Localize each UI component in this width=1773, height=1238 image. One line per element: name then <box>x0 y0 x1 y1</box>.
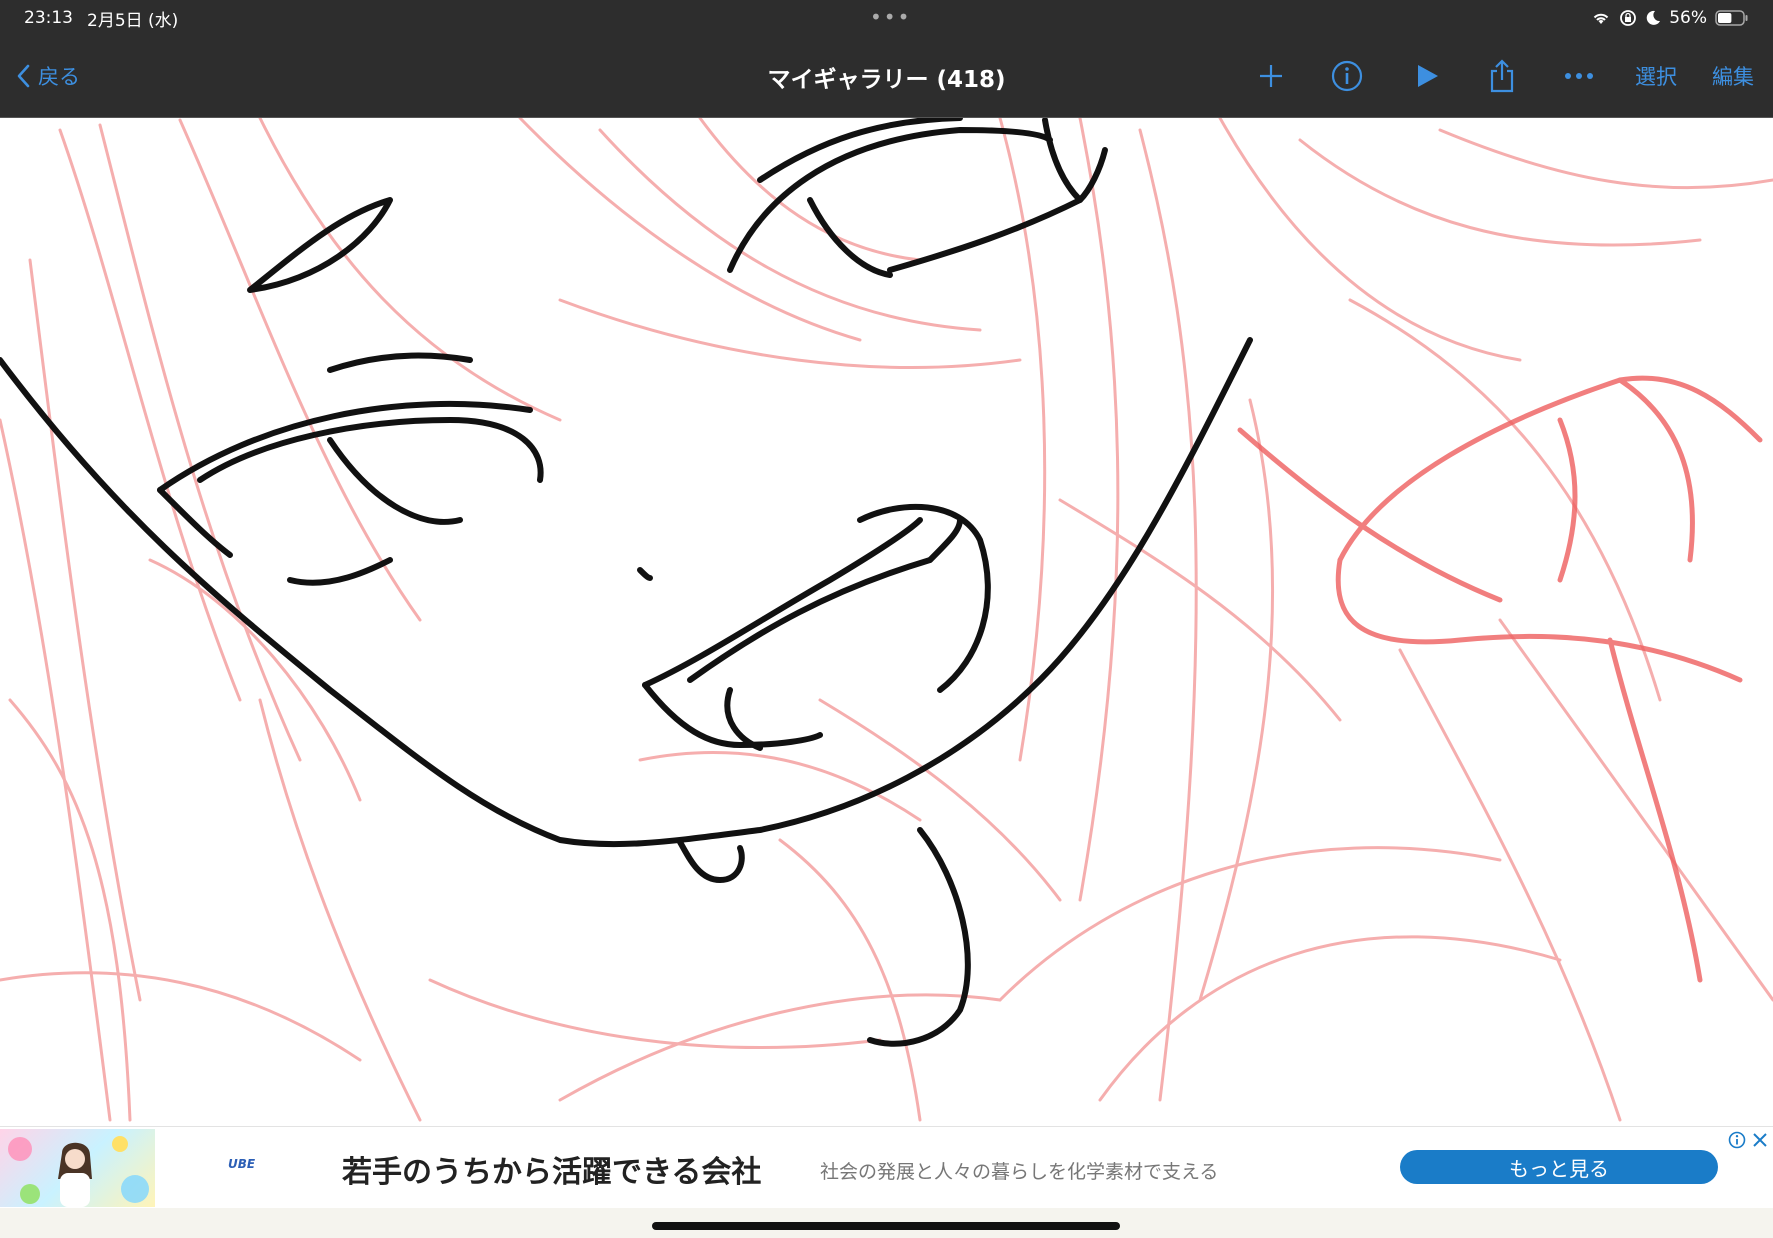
hand-sketch-layer <box>1237 375 1763 983</box>
plus-icon <box>1260 65 1282 87</box>
sketch-artwork <box>0 118 1773 1122</box>
status-bar-right: 56% <box>1591 6 1749 30</box>
bottom-area <box>0 1208 1773 1238</box>
share-icon <box>1490 59 1514 93</box>
ad-description: 社会の発展と人々の暮らしを化学素材で支える <box>820 1161 1219 1183</box>
navigation-bar: 戻る マイギャラリー (418) 選択 編集 <box>0 56 1773 98</box>
wifi-icon <box>1593 13 1609 24</box>
ad-thumbnail-illustration <box>8 1136 149 1207</box>
play-button[interactable] <box>1410 56 1444 96</box>
status-bar-left: 23:13 2月5日 (水) <box>24 6 179 31</box>
status-time: 23:13 <box>24 8 73 28</box>
share-button[interactable] <box>1486 56 1518 96</box>
more-icon <box>1565 73 1593 79</box>
artwork-canvas[interactable] <box>0 118 1773 1126</box>
more-button[interactable] <box>1562 56 1596 96</box>
battery-percent: 56% <box>1669 8 1707 28</box>
top-bar: 23:13 2月5日 (水) ••• 56% 戻る マイギャラリー (418) … <box>0 0 1773 118</box>
play-icon <box>1418 65 1438 87</box>
edit-button[interactable]: 編集 <box>1710 56 1756 96</box>
ad-cta-button[interactable]: もっと見る <box>1400 1150 1718 1184</box>
battery-icon <box>1715 10 1748 26</box>
select-button[interactable]: 選択 <box>1633 56 1679 96</box>
info-icon <box>1331 60 1363 92</box>
info-button[interactable] <box>1330 56 1364 96</box>
status-date: 2月5日 (水) <box>87 10 179 31</box>
ad-thumbnail-image[interactable] <box>0 1129 155 1207</box>
home-indicator[interactable] <box>652 1222 1120 1230</box>
ad-headline[interactable]: 若手のうちから活躍できる会社 <box>342 1147 761 1191</box>
rough-sketch-layer <box>0 118 1773 1122</box>
add-button[interactable] <box>1255 56 1287 96</box>
ad-close-icon[interactable] <box>1751 1131 1769 1153</box>
moon-icon <box>1646 10 1661 25</box>
multitasking-dots-icon[interactable]: ••• <box>870 7 911 27</box>
orientation-lock-icon <box>1620 10 1637 26</box>
ad-choices-icon[interactable] <box>1728 1131 1746 1153</box>
ad-banner[interactable]: UBE 若手のうちから活躍できる会社 社会の発展と人々の暮らしを化学素材で支える… <box>0 1126 1773 1209</box>
ad-advertiser-logo: UBE <box>228 1157 256 1171</box>
